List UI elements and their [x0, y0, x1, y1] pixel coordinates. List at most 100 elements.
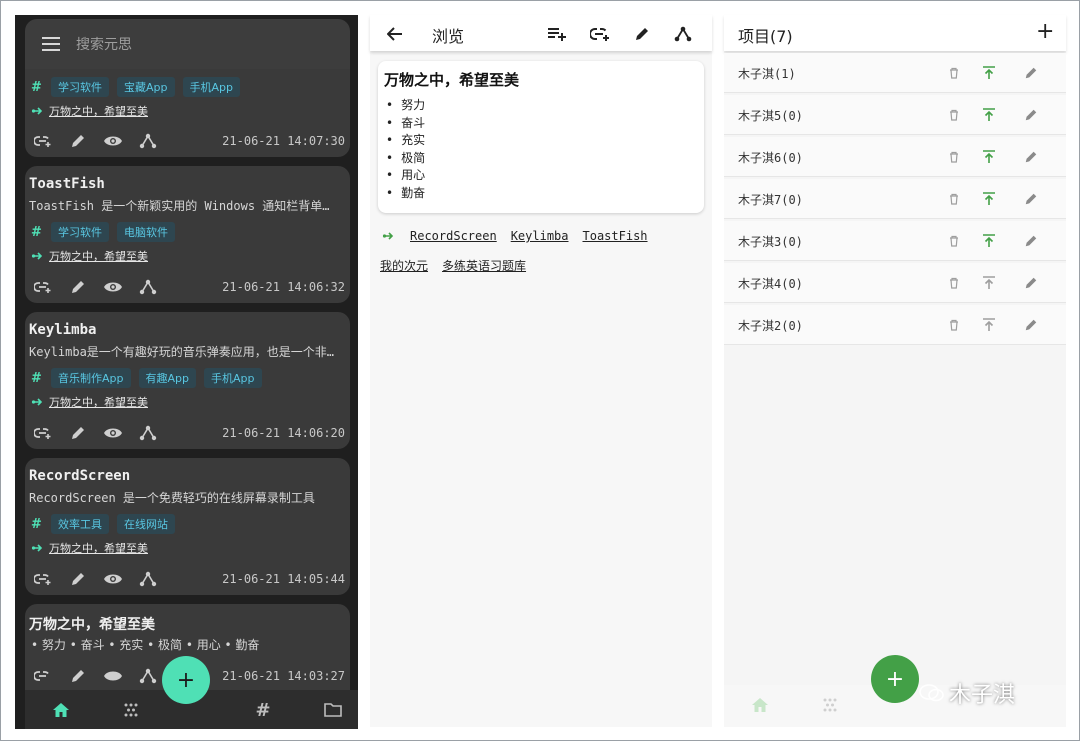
note-card[interactable]: ToastFish ToastFish 是一个新颖实用的 Windows 通知栏… [25, 166, 350, 303]
note-card[interactable]: # 学习软件 宝藏App 手机App 万物之中，希望至美 21-06-21 14… [25, 69, 350, 157]
project-row[interactable]: 木子淇7(0) [724, 179, 1066, 219]
playlist-add-icon[interactable] [546, 23, 568, 45]
link-row[interactable]: 万物之中，希望至美 [31, 394, 148, 410]
linked-note-link[interactable]: 万物之中，希望至美 [49, 540, 148, 556]
pencil-icon[interactable] [68, 666, 88, 686]
pencil-icon[interactable] [1021, 273, 1041, 293]
pencil-icon[interactable] [68, 131, 88, 151]
project-name: 木子淇2(0) [738, 319, 803, 333]
link-add-icon[interactable] [589, 23, 611, 45]
pencil-icon[interactable] [1021, 315, 1041, 335]
trash-icon[interactable] [944, 273, 964, 293]
add-note-fab[interactable]: + [162, 656, 210, 704]
folder-icon[interactable] [323, 700, 343, 720]
pin-top-icon[interactable] [979, 105, 999, 125]
add-project-fab[interactable]: + [871, 655, 919, 703]
linked-note-link[interactable]: 万物之中，希望至美 [49, 103, 148, 119]
backlink[interactable]: RecordScreen [410, 229, 497, 243]
pin-top-icon[interactable] [979, 231, 999, 251]
note-bullets: • 努力 • 奋斗 • 充实 • 极简 • 用心 • 勤奋 [31, 638, 260, 652]
pencil-icon[interactable] [631, 23, 653, 45]
link-add-icon[interactable] [33, 423, 53, 443]
card-actions: 21-06-21 14:07:30 [33, 131, 345, 151]
link-add-icon[interactable] [33, 666, 53, 686]
tag[interactable]: 效率工具 [51, 514, 109, 534]
pencil-icon[interactable] [1021, 147, 1041, 167]
watermark: 木子淇 [919, 677, 1015, 709]
backlink[interactable]: 我的次元 [380, 257, 428, 274]
project-row[interactable]: 木子淇5(0) [724, 95, 1066, 135]
list-item: 勤奋 [386, 185, 425, 203]
search-bar[interactable]: 搜索元思 [25, 19, 350, 69]
tag[interactable]: 手机App [182, 77, 240, 97]
pencil-icon[interactable] [1021, 189, 1041, 209]
graph-icon[interactable] [672, 23, 694, 45]
pin-top-icon[interactable] [979, 315, 999, 335]
pencil-icon[interactable] [1021, 231, 1041, 251]
link-row[interactable]: 万物之中，希望至美 [31, 248, 148, 264]
tag[interactable]: 学习软件 [51, 222, 109, 242]
trash-icon[interactable] [944, 147, 964, 167]
link-add-icon[interactable] [33, 569, 53, 589]
tag[interactable]: 音乐制作App [51, 368, 131, 388]
project-row[interactable]: 木子淇4(0) [724, 263, 1066, 303]
eye-icon[interactable] [103, 277, 123, 297]
pencil-icon[interactable] [68, 423, 88, 443]
graph-icon[interactable] [138, 569, 158, 589]
backlink[interactable]: 多练英语习题库 [442, 257, 526, 274]
graph-icon[interactable] [138, 131, 158, 151]
scatter-icon[interactable] [820, 695, 840, 715]
back-arrow-icon[interactable] [384, 23, 406, 45]
project-name: 木子淇3(0) [738, 235, 803, 249]
note-card[interactable]: RecordScreen RecordScreen 是一个免费轻巧的在线屏幕录制… [25, 458, 350, 595]
pencil-icon[interactable] [68, 569, 88, 589]
eye-icon[interactable] [103, 131, 123, 151]
menu-icon[interactable] [42, 37, 60, 51]
project-row[interactable]: 木子淇6(0) [724, 137, 1066, 177]
link-row[interactable]: 万物之中，希望至美 [31, 540, 148, 556]
eye-icon[interactable] [103, 569, 123, 589]
pin-top-icon[interactable] [979, 147, 999, 167]
note-card[interactable]: Keylimba Keylimba是一个有趣好玩的音乐弹奏应用，也是一个非… #… [25, 312, 350, 449]
pin-top-icon[interactable] [979, 273, 999, 293]
pin-top-icon[interactable] [979, 63, 999, 83]
tag[interactable]: 电脑软件 [117, 222, 175, 242]
pencil-icon[interactable] [1021, 63, 1041, 83]
add-project-button[interactable]: + [1036, 19, 1054, 44]
trash-icon[interactable] [944, 105, 964, 125]
link-row[interactable]: 万物之中，希望至美 [31, 103, 148, 119]
trash-icon[interactable] [944, 63, 964, 83]
search-input[interactable]: 搜索元思 [76, 34, 132, 54]
pencil-icon[interactable] [68, 277, 88, 297]
link-add-icon[interactable] [33, 277, 53, 297]
graph-icon[interactable] [138, 423, 158, 443]
linked-note-link[interactable]: 万物之中，希望至美 [49, 394, 148, 410]
pin-top-icon[interactable] [979, 189, 999, 209]
trash-icon[interactable] [944, 315, 964, 335]
eye-icon[interactable] [103, 423, 123, 443]
tag[interactable]: 有趣App [138, 368, 196, 388]
hashtag-nav-icon[interactable]: # [253, 700, 273, 721]
graph-icon[interactable] [138, 277, 158, 297]
scatter-icon[interactable] [121, 700, 141, 720]
trash-icon[interactable] [944, 189, 964, 209]
backlink[interactable]: ToastFish [583, 229, 648, 243]
home-icon[interactable] [750, 695, 770, 715]
eye-icon[interactable] [103, 666, 123, 686]
watermark-text: 木子淇 [949, 683, 1016, 708]
tag[interactable]: 在线网站 [117, 514, 175, 534]
backlink[interactable]: Keylimba [511, 229, 569, 243]
link-add-icon[interactable] [33, 131, 53, 151]
trash-icon[interactable] [944, 231, 964, 251]
linked-note-link[interactable]: 万物之中，希望至美 [49, 248, 148, 264]
pencil-icon[interactable] [1021, 105, 1041, 125]
project-row[interactable]: 木子淇3(0) [724, 221, 1066, 261]
home-icon[interactable] [51, 700, 71, 720]
graph-icon[interactable] [138, 666, 158, 686]
project-row[interactable]: 木子淇(1) [724, 53, 1066, 93]
note-bullet-list: 努力 奋斗 充实 极简 用心 勤奋 [386, 97, 425, 202]
project-row[interactable]: 木子淇2(0) [724, 305, 1066, 345]
tag[interactable]: 手机App [204, 368, 262, 388]
tag[interactable]: 学习软件 [51, 77, 109, 97]
tag[interactable]: 宝藏App [117, 77, 175, 97]
